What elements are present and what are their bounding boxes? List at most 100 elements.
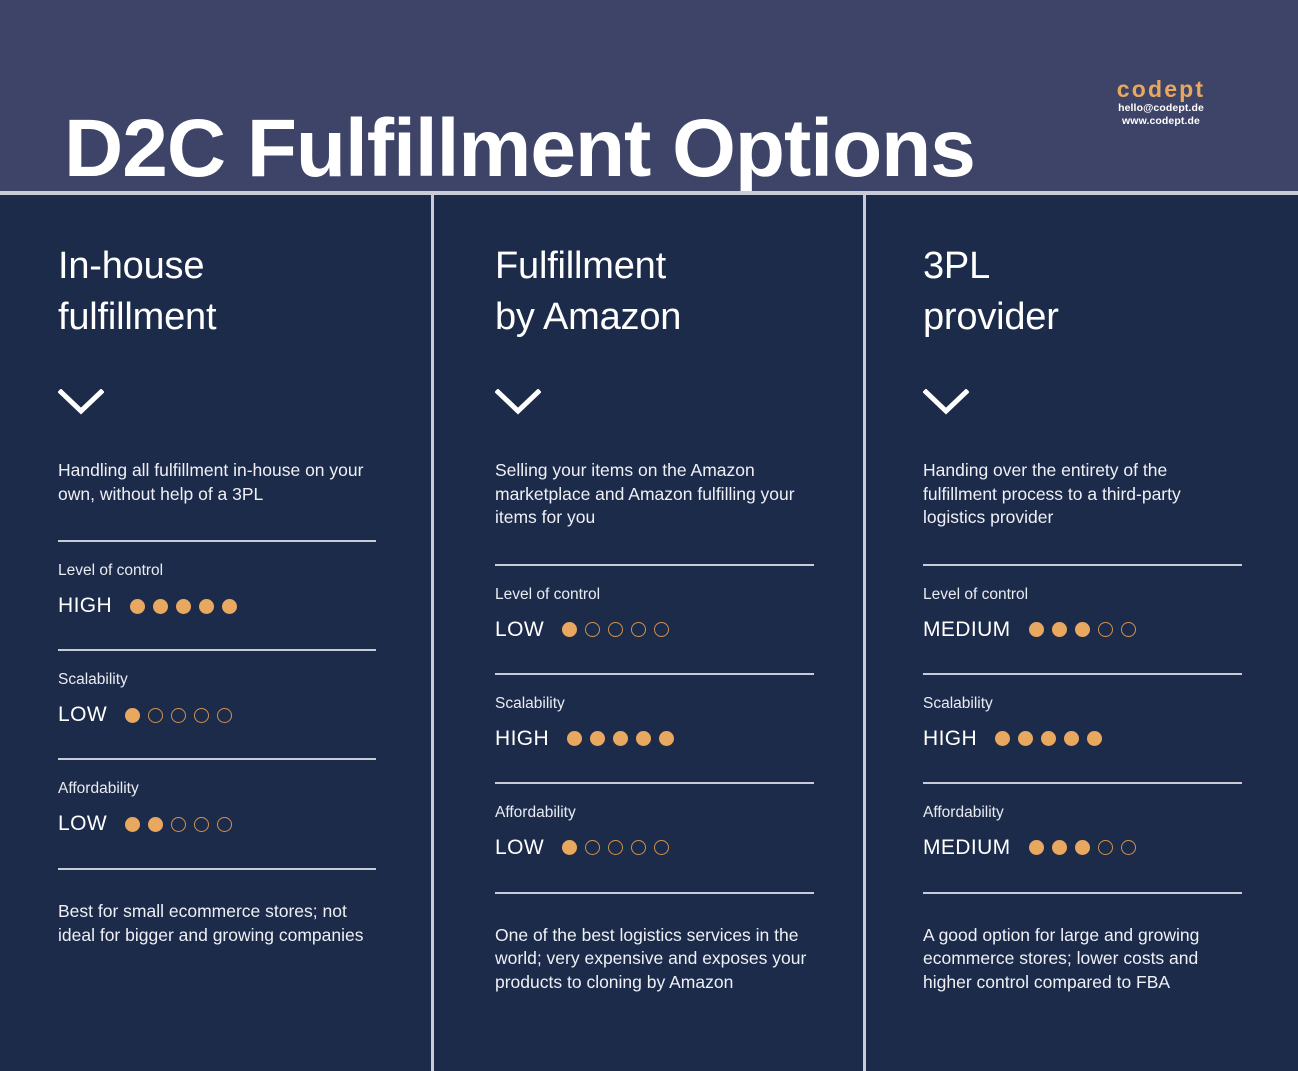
rating-dot-empty	[1120, 840, 1136, 855]
chevron-down-icon	[923, 389, 969, 415]
option-description: Selling your items on the Amazon marketp…	[495, 460, 795, 527]
metric-row: LOW	[58, 703, 376, 727]
divider	[923, 891, 1242, 894]
rating-dot-filled	[1051, 840, 1067, 855]
rating-dot-filled	[1051, 622, 1067, 637]
rating-dot-empty	[1097, 840, 1113, 855]
rating-dot-empty	[608, 622, 624, 637]
metric-value: MEDIUM	[923, 835, 1011, 859]
rating-dot-filled	[1028, 622, 1044, 637]
rating-dot-empty	[631, 622, 647, 637]
rating-dot-empty	[194, 816, 210, 832]
metric-affordability: Affordability LOW	[495, 784, 814, 860]
rating-dots	[130, 598, 238, 614]
column-separator	[863, 195, 866, 1071]
rating-dots	[1028, 840, 1136, 855]
rating-dot-filled	[995, 731, 1011, 746]
logo-website: www.codept.de	[1122, 115, 1200, 127]
rating-dots	[1028, 622, 1136, 637]
rating-dots	[562, 840, 670, 855]
option-title: In-house fulfillment	[58, 241, 376, 343]
rating-dot-empty	[148, 707, 164, 723]
metric-row: LOW	[495, 836, 814, 860]
rating-dot-filled	[125, 816, 141, 832]
rating-dot-filled	[1028, 840, 1044, 855]
rating-dot-filled	[125, 707, 141, 723]
metric-value: HIGH	[495, 726, 550, 750]
rating-dot-filled	[176, 598, 192, 614]
rating-dot-empty	[585, 622, 601, 637]
option-title-line2: fulfillment	[58, 296, 217, 338]
rating-dot-filled	[562, 840, 578, 855]
rating-dot-empty	[1120, 622, 1136, 637]
option-title-line1: 3PL	[923, 245, 991, 287]
brand-logo: codept hello@codept.de www.codept.de	[1076, 76, 1246, 128]
option-card-3pl: 3PL provider Handing over the entirety o…	[864, 195, 1298, 1071]
metric-label: Affordability	[58, 780, 139, 797]
rating-dots	[995, 731, 1103, 746]
rating-dots	[125, 707, 233, 723]
metric-value: MEDIUM	[923, 617, 1011, 641]
page-header: D2C Fulfillment Options codept hello@cod…	[0, 0, 1298, 194]
rating-dot-empty	[608, 840, 624, 855]
metric-row: LOW	[58, 812, 376, 836]
rating-dot-empty	[585, 840, 601, 855]
rating-dot-empty	[1097, 622, 1113, 637]
option-title-line2: by Amazon	[495, 296, 682, 338]
option-card-fba: Fulfillment by Amazon Selling your items…	[432, 195, 864, 1071]
rating-dot-filled	[636, 731, 652, 746]
rating-dot-filled	[222, 598, 238, 614]
rating-dot-filled	[562, 622, 578, 637]
metric-label: Affordability	[495, 803, 576, 821]
rating-dot-empty	[217, 816, 233, 832]
rating-dot-filled	[199, 598, 215, 614]
divider	[495, 891, 814, 894]
metric-scalability: Scalability HIGH	[495, 675, 814, 751]
metric-row: LOW	[495, 618, 814, 642]
rating-dot-filled	[1087, 731, 1103, 746]
chevron-down-icon	[58, 389, 104, 415]
rating-dot-filled	[1041, 731, 1057, 746]
rating-dot-empty	[194, 707, 210, 723]
metric-scalability: Scalability HIGH	[923, 675, 1242, 751]
metric-label: Level of control	[923, 585, 1029, 603]
rating-dot-filled	[153, 598, 169, 614]
metric-row: MEDIUM	[923, 618, 1242, 642]
rating-dots	[567, 731, 675, 746]
rating-dot-filled	[590, 731, 606, 746]
metric-level-of-control: Level of control HIGH	[58, 542, 376, 618]
metric-level-of-control: Level of control LOW	[495, 566, 814, 642]
metric-value: HIGH	[58, 594, 113, 617]
rating-dot-filled	[613, 731, 629, 746]
rating-dot-filled	[1064, 731, 1080, 746]
page-title: D2C Fulfillment Options	[64, 102, 976, 194]
rating-dot-filled	[1018, 731, 1034, 746]
metric-scalability: Scalability LOW	[58, 651, 376, 727]
metric-row: HIGH	[923, 727, 1242, 751]
option-description: Handling all fulfillment in-house on you…	[58, 460, 364, 504]
rating-dot-empty	[171, 707, 187, 723]
column-separator	[431, 195, 434, 1071]
rating-dot-empty	[654, 840, 670, 855]
metric-value: HIGH	[923, 726, 978, 750]
metric-label: Scalability	[923, 694, 993, 712]
metric-label: Level of control	[58, 562, 164, 579]
option-card-in-house: In-house fulfillment Handling all fulfil…	[0, 195, 432, 1071]
rating-dot-empty	[631, 840, 647, 855]
metric-label: Scalability	[58, 671, 128, 688]
metric-row: HIGH	[58, 594, 376, 618]
logo-wordmark: codept	[1116, 76, 1206, 102]
rating-dot-empty	[654, 622, 670, 637]
metric-value: LOW	[495, 835, 545, 859]
rating-dot-filled	[659, 731, 675, 746]
option-title: 3PL provider	[923, 241, 1242, 343]
infographic-page: D2C Fulfillment Options codept hello@cod…	[0, 0, 1298, 1071]
option-description: Handing over the entirety of the fulfill…	[923, 460, 1181, 527]
divider	[58, 868, 376, 870]
metric-value: LOW	[58, 812, 108, 835]
option-summary: Best for small ecommerce stores; not ide…	[58, 901, 364, 945]
metric-value: LOW	[58, 703, 108, 726]
rating-dot-filled	[148, 816, 164, 832]
metric-level-of-control: Level of control MEDIUM	[923, 566, 1242, 642]
rating-dot-filled	[567, 731, 583, 746]
